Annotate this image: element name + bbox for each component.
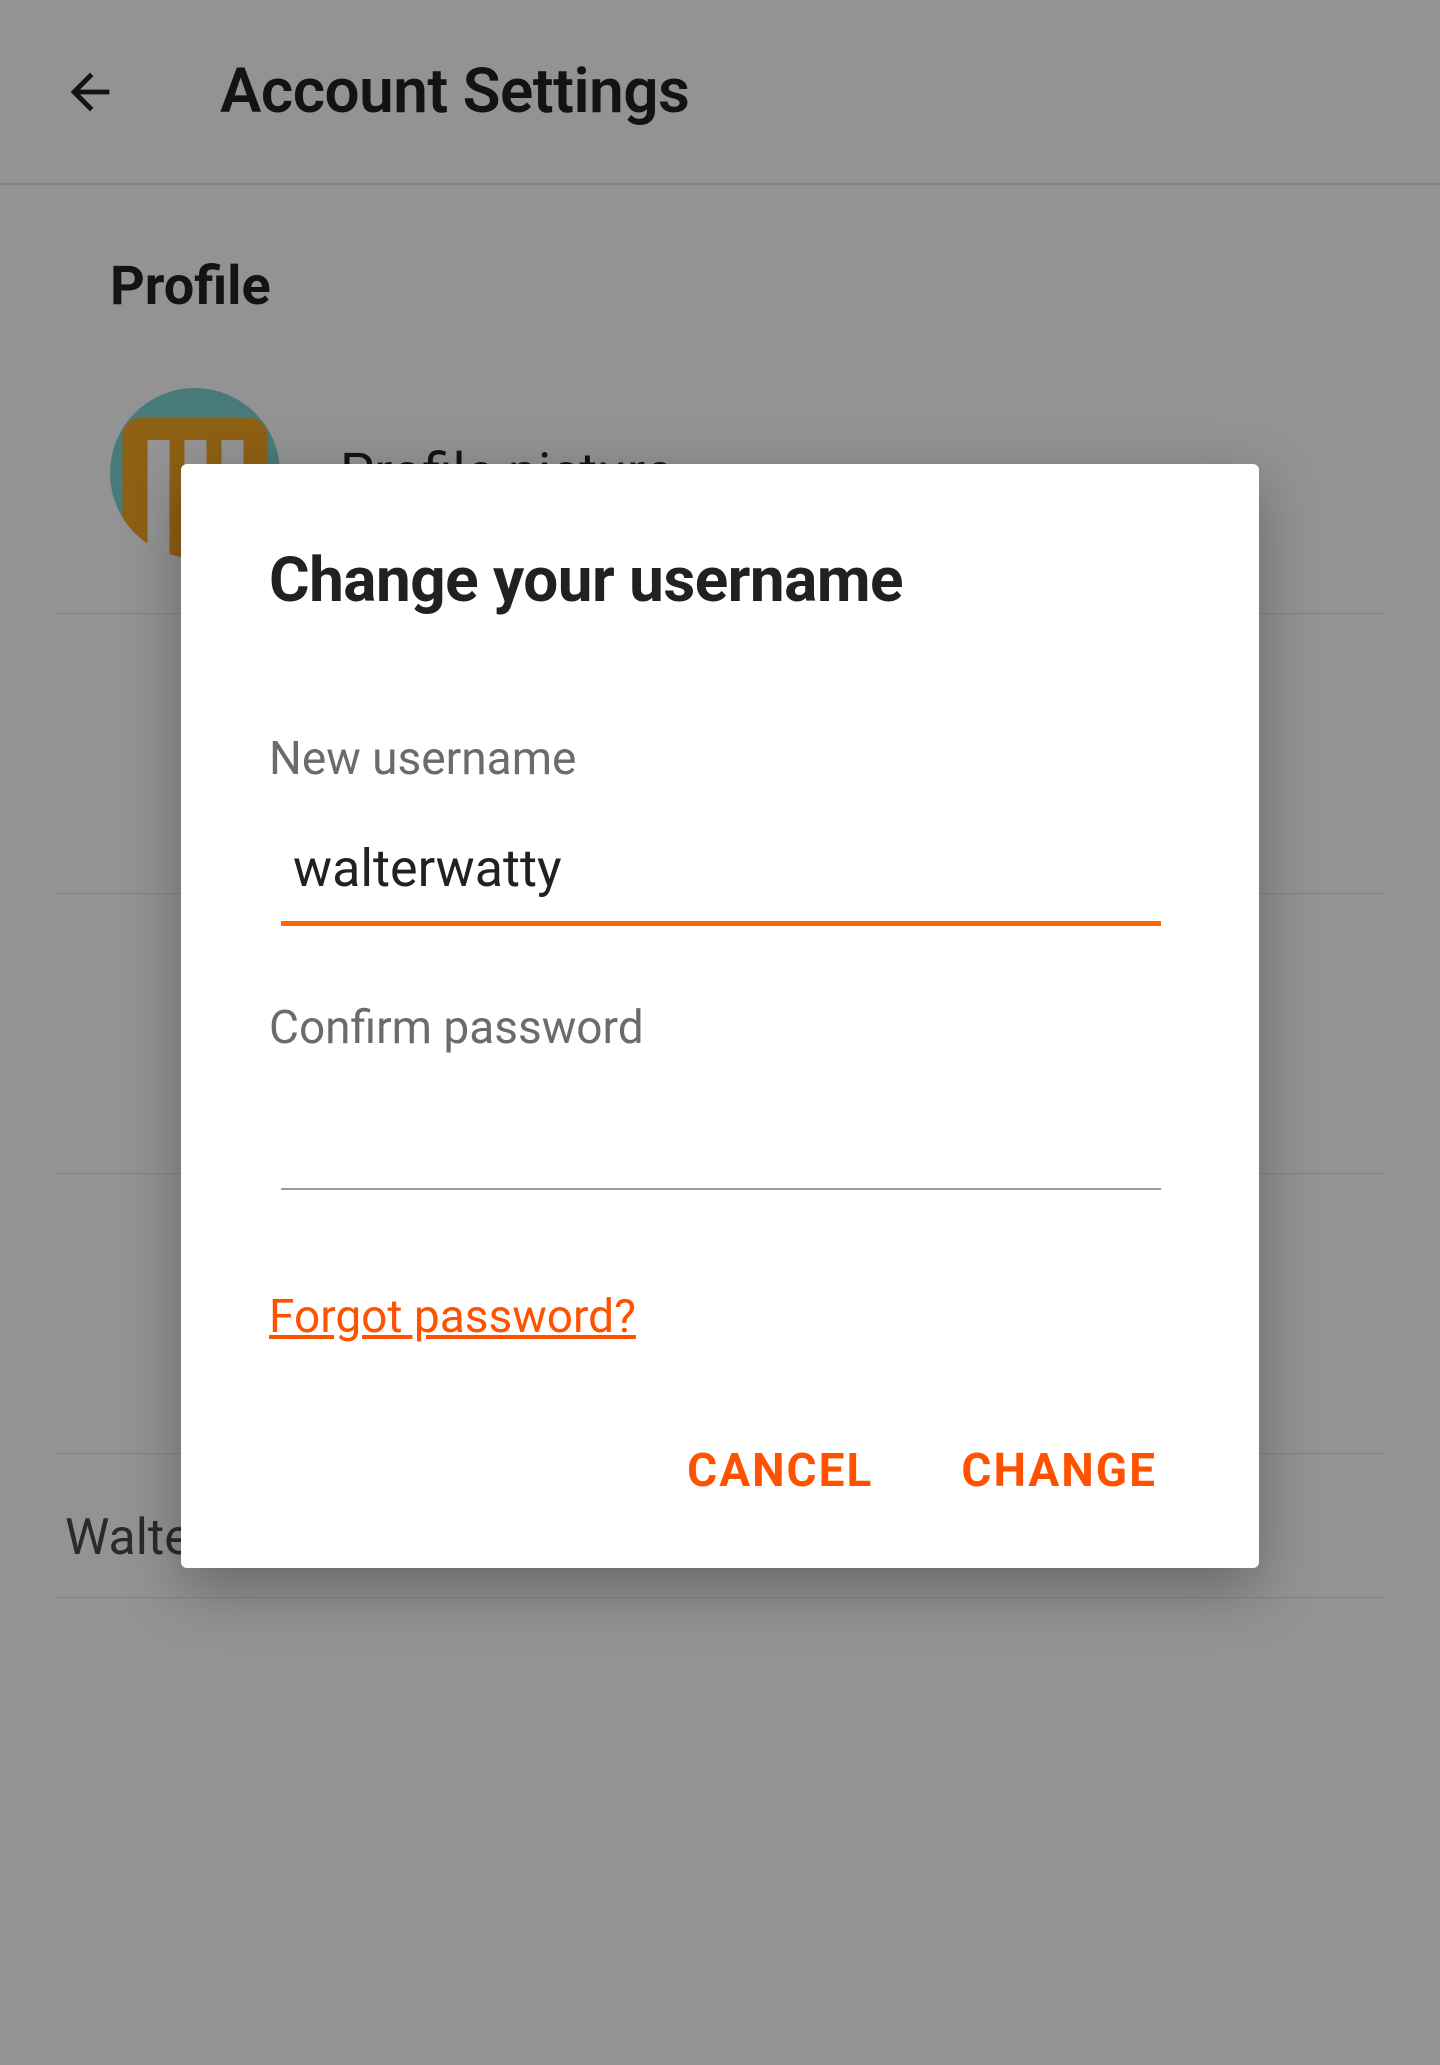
change-username-dialog: Change your username New username Confir… (181, 464, 1259, 1568)
forgot-password-link[interactable]: Forgot password? (269, 1290, 636, 1344)
username-label: New username (269, 732, 1171, 786)
change-button[interactable]: CHANGE (957, 1434, 1161, 1508)
password-label: Confirm password (269, 1001, 1171, 1055)
cancel-button[interactable]: CANCEL (683, 1434, 877, 1508)
username-input[interactable] (281, 826, 1161, 926)
dialog-title: Change your username (269, 544, 1171, 617)
modal-overlay[interactable]: Change your username New username Confir… (0, 0, 1440, 2065)
dialog-actions: CANCEL CHANGE (269, 1434, 1171, 1508)
password-input[interactable] (281, 1095, 1161, 1190)
